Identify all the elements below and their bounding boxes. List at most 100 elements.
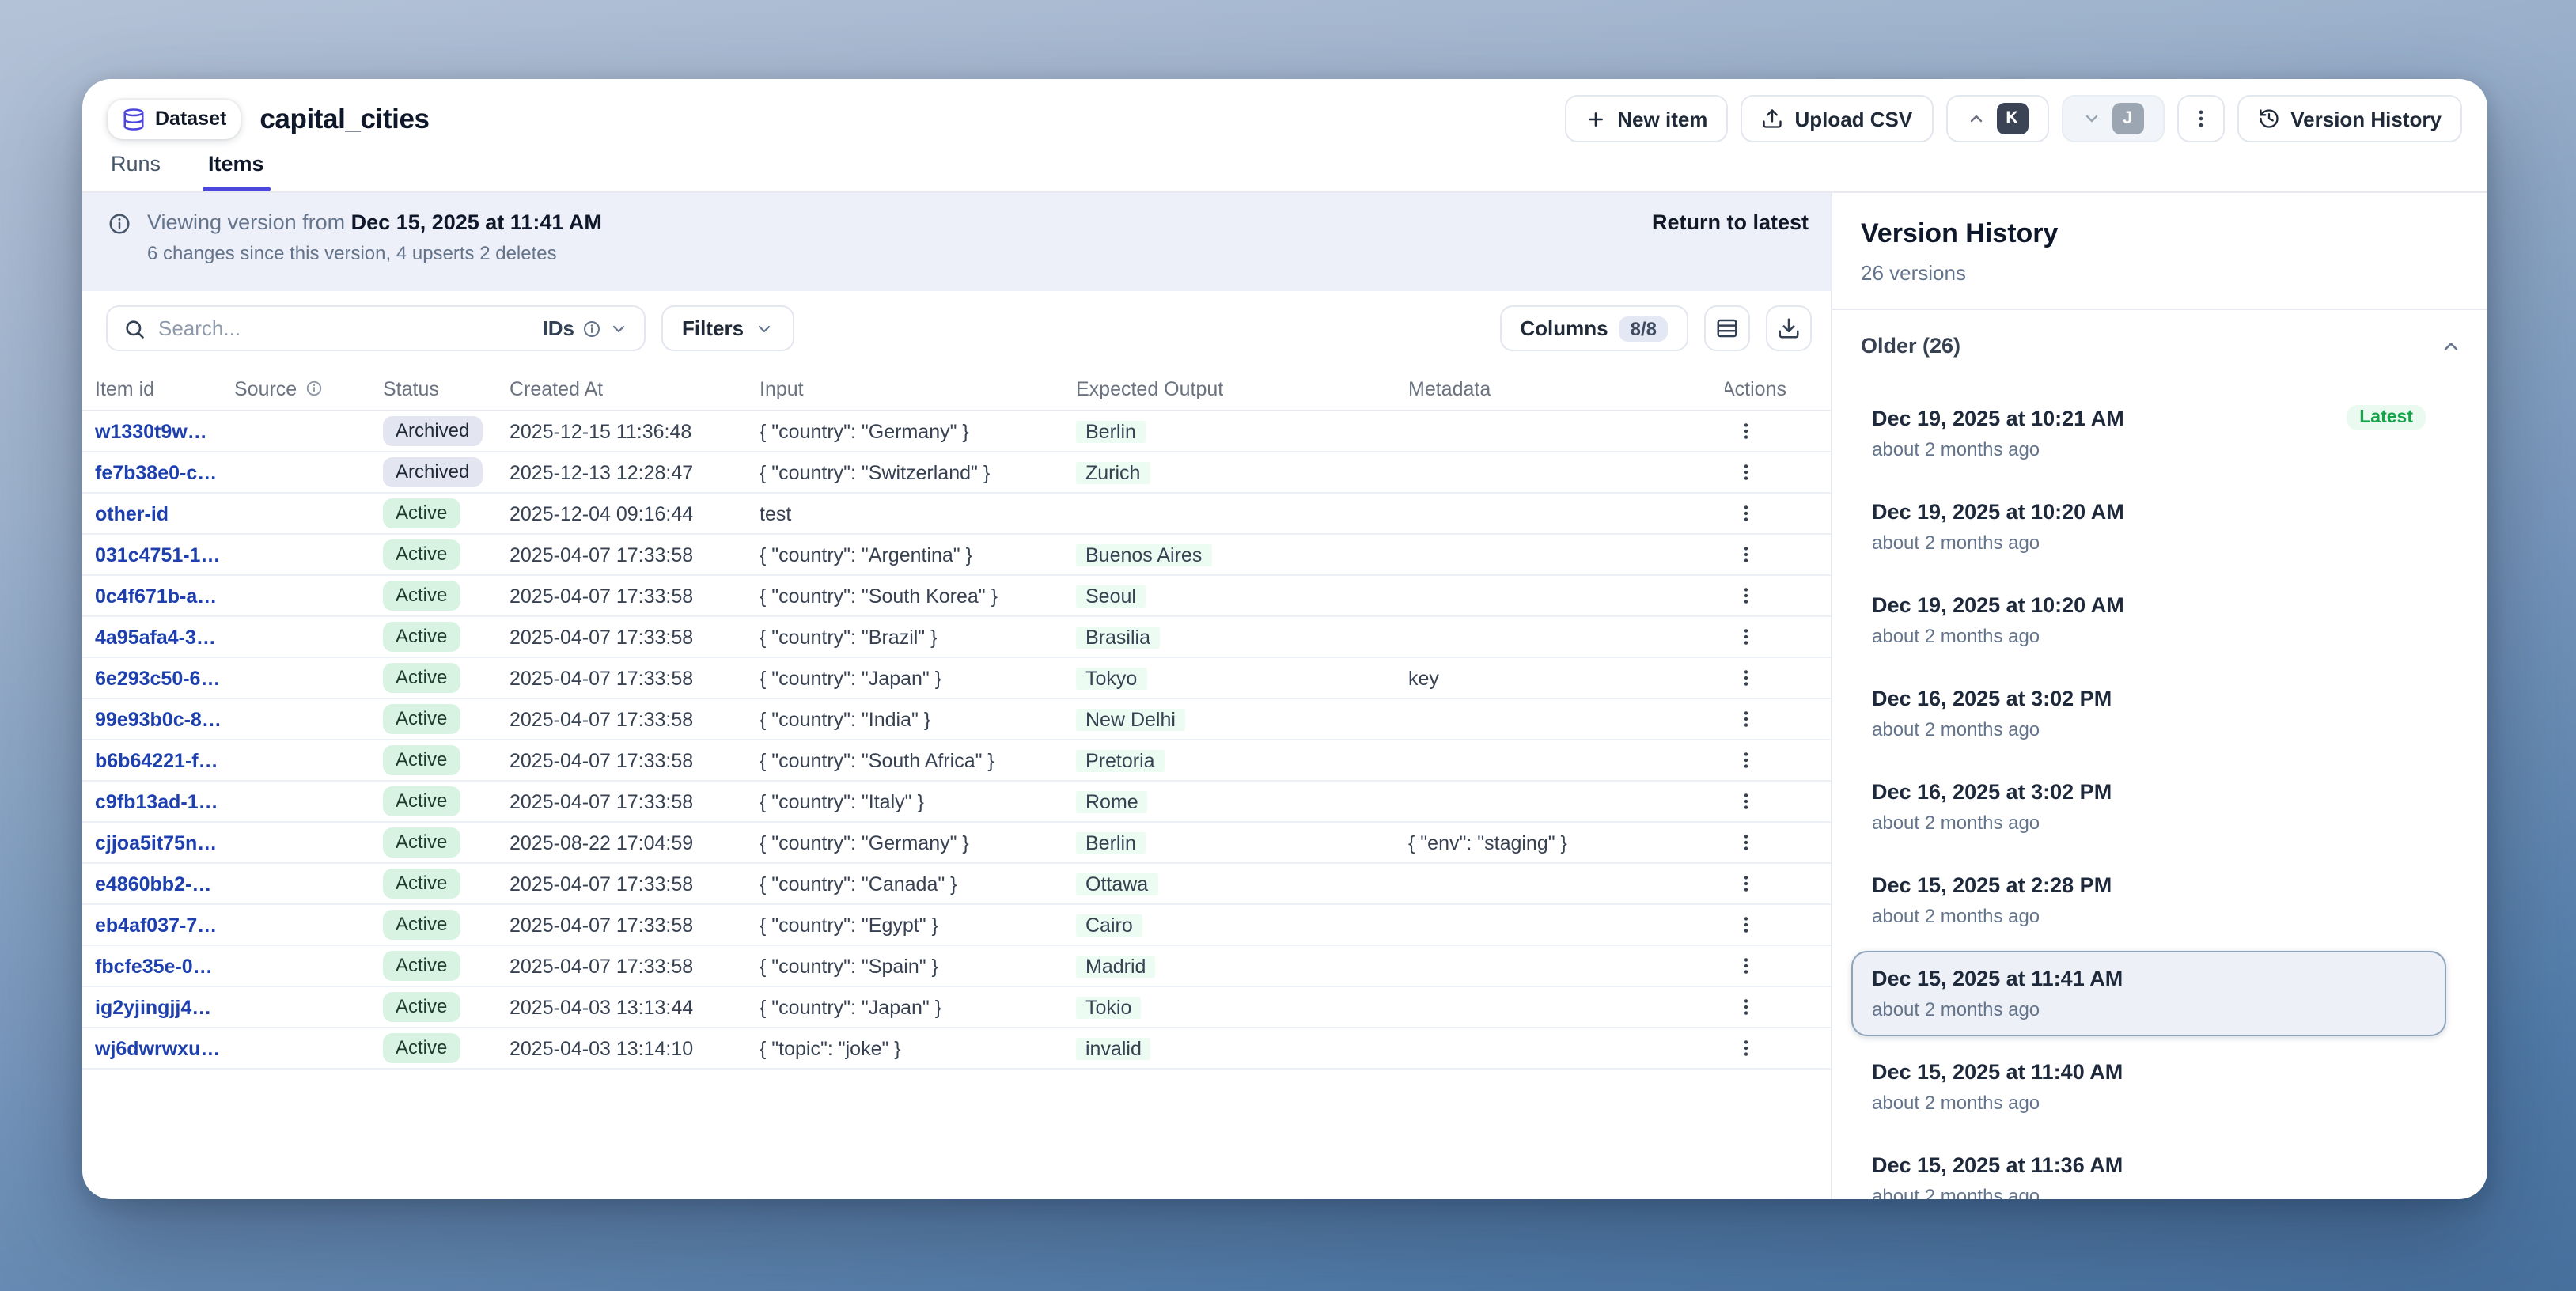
user-j-menu-button[interactable]: J <box>2061 95 2164 142</box>
download-button[interactable] <box>1766 305 1812 351</box>
table-row[interactable]: cjjoa5it75n3jr... Active 2025-08-22 17:0… <box>82 823 1831 864</box>
expected-output-cell: Berlin <box>1076 420 1408 442</box>
version-entry[interactable]: Dec 15, 2025 at 11:40 AM about 2 months … <box>1851 1044 2446 1130</box>
version-entry[interactable]: Dec 15, 2025 at 11:41 AM about 2 months … <box>1851 951 2446 1036</box>
actions-cell <box>1725 418 1786 444</box>
table-row[interactable]: 0c4f671b-ac5... Active 2025-04-07 17:33:… <box>82 576 1831 617</box>
created-at-cell: 2025-08-22 17:04:59 <box>510 831 760 854</box>
item-id-link[interactable]: cjjoa5it75n3jr... <box>95 831 234 854</box>
item-id-link[interactable]: 4a95afa4-3b... <box>95 626 234 648</box>
table-row[interactable]: 031c4751-13... Active 2025-04-07 17:33:5… <box>82 535 1831 576</box>
item-id-link[interactable]: w1330t9ww1a... <box>95 420 234 442</box>
upload-csv-button[interactable]: Upload CSV <box>1741 95 1933 142</box>
filters-button[interactable]: Filters <box>661 305 794 351</box>
item-id-link[interactable]: 99e93b0c-88... <box>95 708 234 730</box>
version-entry[interactable]: Dec 16, 2025 at 3:02 PM about 2 months a… <box>1851 764 2446 850</box>
table-row[interactable]: 99e93b0c-88... Active 2025-04-07 17:33:5… <box>82 699 1831 740</box>
col-status[interactable]: Status <box>383 377 510 399</box>
input-cell: { "country": "India" } <box>760 708 1076 730</box>
return-to-latest-link[interactable]: Return to latest <box>1652 210 1809 234</box>
expected-output-value: Rome <box>1076 790 1148 812</box>
table-row[interactable]: w1330t9ww1a... Archived 2025-12-15 11:36… <box>82 411 1831 452</box>
row-kebab-icon[interactable] <box>1733 583 1758 608</box>
item-id-link[interactable]: wj6dwrwxu6j... <box>95 1037 234 1059</box>
item-id-link[interactable]: e4860bb2-e4... <box>95 873 234 895</box>
more-actions-button[interactable] <box>2176 95 2224 142</box>
col-metadata[interactable]: Metadata <box>1408 377 1725 399</box>
row-kebab-icon[interactable] <box>1733 542 1758 567</box>
row-kebab-icon[interactable] <box>1733 871 1758 896</box>
older-section-header[interactable]: Older (26) <box>1861 334 2462 358</box>
version-entry[interactable]: Dec 19, 2025 at 10:20 AM about 2 months … <box>1851 484 2446 570</box>
item-id-link[interactable]: 0c4f671b-ac5... <box>95 585 234 607</box>
item-id-link[interactable]: c9fb13ad-18ff... <box>95 790 234 812</box>
table-header-row: Item id Source Status Created At Input E… <box>82 367 1831 411</box>
version-entry[interactable]: Dec 16, 2025 at 3:02 PM about 2 months a… <box>1851 671 2446 756</box>
upload-icon <box>1761 108 1783 130</box>
status-cell: Active <box>383 786 510 817</box>
item-id-link[interactable]: 031c4751-13... <box>95 543 234 566</box>
row-kebab-icon[interactable] <box>1733 748 1758 773</box>
row-kebab-icon[interactable] <box>1733 994 1758 1020</box>
row-kebab-icon[interactable] <box>1733 1035 1758 1061</box>
table-row[interactable]: 6e293c50-6b... Active 2025-04-07 17:33:5… <box>82 658 1831 699</box>
version-entry[interactable]: Dec 19, 2025 at 10:21 AM Latest about 2 … <box>1851 389 2446 476</box>
version-history-button[interactable]: Version History <box>2237 95 2462 142</box>
actions-cell <box>1725 583 1786 608</box>
col-item-id[interactable]: Item id <box>95 377 234 399</box>
version-entry[interactable]: Dec 15, 2025 at 11:36 AM about 2 months … <box>1851 1138 2446 1199</box>
item-id-link[interactable]: eb4af037-791... <box>95 914 234 936</box>
table-row[interactable]: ig2yjingjj4hql... Active 2025-04-03 13:1… <box>82 987 1831 1028</box>
item-id-link[interactable]: ig2yjingjj4hql... <box>95 996 234 1018</box>
col-input[interactable]: Input <box>760 377 1076 399</box>
search-field-selector[interactable]: IDs <box>543 316 628 340</box>
columns-count-badge: 8/8 <box>1619 316 1668 341</box>
row-kebab-icon[interactable] <box>1733 665 1758 691</box>
tab-items[interactable]: Items <box>205 149 267 190</box>
version-entry[interactable]: Dec 19, 2025 at 10:20 AM about 2 months … <box>1851 577 2446 663</box>
tab-runs[interactable]: Runs <box>108 149 164 190</box>
row-kebab-icon[interactable] <box>1733 624 1758 649</box>
col-created-at[interactable]: Created At <box>510 377 760 399</box>
table-row[interactable]: fe7b38e0-ca4... Archived 2025-12-13 12:2… <box>82 452 1831 494</box>
metadata-cell: key <box>1408 667 1725 689</box>
item-id-link[interactable]: other-id <box>95 502 234 524</box>
input-cell: { "country": "Japan" } <box>760 996 1076 1018</box>
search-box[interactable]: IDs <box>106 305 646 351</box>
col-source[interactable]: Source <box>234 377 383 399</box>
row-kebab-icon[interactable] <box>1733 830 1758 855</box>
table-row[interactable]: b6b64221-f9... Active 2025-04-07 17:33:5… <box>82 740 1831 782</box>
user-k-menu-button[interactable]: K <box>1945 95 2048 142</box>
expected-output-cell: Cairo <box>1076 914 1408 936</box>
item-id-link[interactable]: b6b64221-f9... <box>95 749 234 771</box>
columns-button[interactable]: Columns 8/8 <box>1499 305 1688 351</box>
actions-cell <box>1725 501 1786 526</box>
item-id-link[interactable]: fbcfe35e-0c8... <box>95 955 234 977</box>
status-cell: Active <box>383 745 510 776</box>
search-input[interactable] <box>158 316 530 340</box>
row-kebab-icon[interactable] <box>1733 953 1758 979</box>
expected-output-cell: Tokio <box>1076 996 1408 1018</box>
table-row[interactable]: other-id Active 2025-12-04 09:16:44 test <box>82 494 1831 535</box>
row-kebab-icon[interactable] <box>1733 418 1758 444</box>
table-row[interactable]: c9fb13ad-18ff... Active 2025-04-07 17:33… <box>82 782 1831 823</box>
row-density-button[interactable] <box>1704 305 1750 351</box>
input-cell: { "country": "Switzerland" } <box>760 461 1076 483</box>
col-expected-output[interactable]: Expected Output <box>1076 377 1408 399</box>
item-id-link[interactable]: fe7b38e0-ca4... <box>95 461 234 483</box>
table-row[interactable]: fbcfe35e-0c8... Active 2025-04-07 17:33:… <box>82 946 1831 987</box>
row-kebab-icon[interactable] <box>1733 706 1758 732</box>
row-kebab-icon[interactable] <box>1733 460 1758 485</box>
table-row[interactable]: e4860bb2-e4... Active 2025-04-07 17:33:5… <box>82 864 1831 905</box>
item-id-link[interactable]: 6e293c50-6b... <box>95 667 234 689</box>
expected-output-value: Brasilia <box>1076 626 1160 648</box>
row-kebab-icon[interactable] <box>1733 912 1758 937</box>
table-row[interactable]: 4a95afa4-3b... Active 2025-04-07 17:33:5… <box>82 617 1831 658</box>
row-kebab-icon[interactable] <box>1733 501 1758 526</box>
new-item-button[interactable]: New item <box>1565 95 1728 142</box>
table-row[interactable]: eb4af037-791... Active 2025-04-07 17:33:… <box>82 905 1831 946</box>
table-row[interactable]: wj6dwrwxu6j... Active 2025-04-03 13:14:1… <box>82 1028 1831 1070</box>
row-kebab-icon[interactable] <box>1733 789 1758 814</box>
version-entry[interactable]: Dec 15, 2025 at 2:28 PM about 2 months a… <box>1851 858 2446 943</box>
latest-badge: Latest <box>2347 405 2426 430</box>
